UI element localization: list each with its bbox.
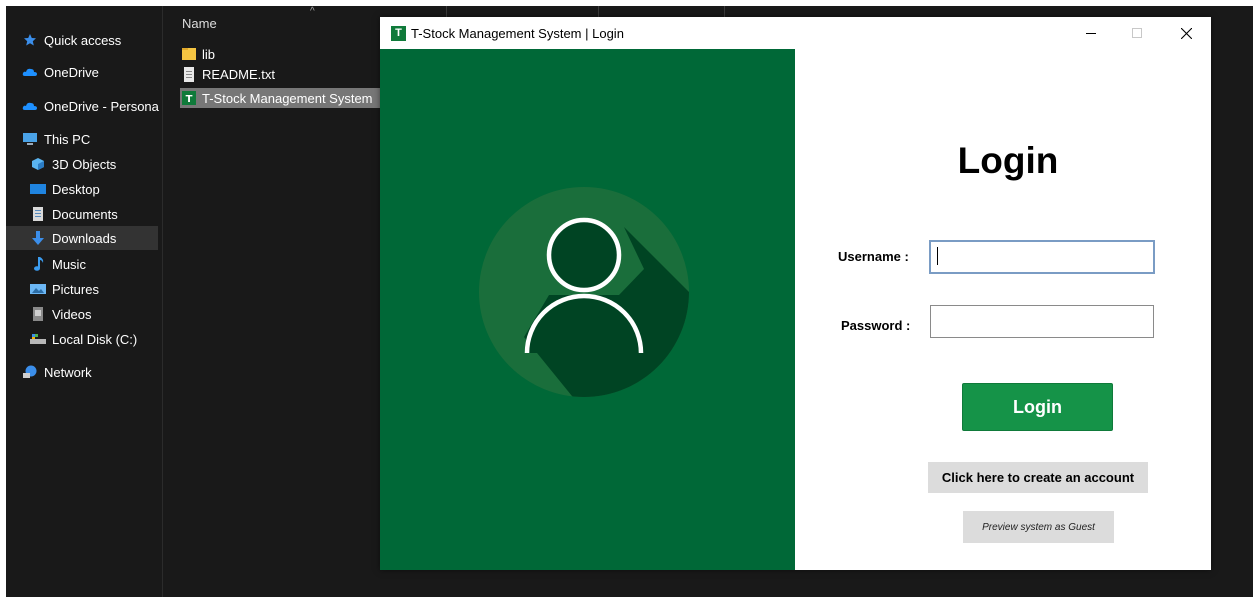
nav-item-label: Local Disk (C:) (52, 331, 138, 347)
nav-item-label: This PC (44, 131, 91, 147)
column-header-name[interactable]: Name (182, 16, 217, 31)
create-account-button[interactable]: Click here to create an account (928, 462, 1148, 493)
nav-item-local-disk[interactable]: Local Disk (C:) (30, 327, 182, 351)
nav-item-3d-objects[interactable]: 3D Objects (30, 152, 182, 176)
document-icon (30, 207, 46, 221)
login-button[interactable]: Login (962, 383, 1113, 431)
nav-item-label: Videos (52, 306, 92, 322)
picture-icon (30, 282, 46, 296)
nav-item-documents[interactable]: Documents (30, 202, 182, 226)
svg-text:T: T (186, 94, 193, 105)
nav-item-pictures[interactable]: Pictures (30, 277, 182, 301)
video-icon (30, 307, 46, 321)
minimize-icon (1086, 33, 1096, 34)
nav-item-label: Network (44, 364, 92, 380)
music-note-icon (30, 257, 46, 271)
nav-item-label: Quick access (44, 32, 122, 48)
window-title: T-Stock Management System | Login (411, 26, 624, 41)
text-file-icon (182, 66, 196, 82)
title-bar[interactable]: T T-Stock Management System | Login (380, 17, 1211, 49)
minimize-button[interactable] (1068, 17, 1114, 49)
file-row-lib[interactable]: lib (180, 44, 380, 64)
app-icon: T (182, 90, 196, 106)
username-label: Username : (838, 249, 909, 264)
network-icon (22, 365, 38, 379)
nav-item-label: Desktop (52, 181, 100, 197)
drive-icon (30, 332, 46, 346)
maximize-button[interactable] (1114, 17, 1160, 49)
cloud-icon (22, 99, 38, 113)
folder-icon (182, 46, 196, 62)
nav-item-label: OneDrive (44, 64, 99, 80)
close-icon (1180, 27, 1192, 39)
password-label: Password : (841, 318, 911, 333)
nav-item-this-pc[interactable]: This PC (22, 127, 174, 151)
download-arrow-icon (30, 231, 46, 245)
file-name: README.txt (202, 66, 275, 82)
password-input[interactable] (930, 305, 1154, 338)
file-name: T-Stock Management System (202, 90, 373, 106)
nav-item-downloads[interactable]: Downloads (6, 226, 158, 250)
login-heading: Login (957, 140, 1059, 181)
cloud-icon (22, 65, 38, 79)
nav-item-label: 3D Objects (52, 156, 117, 172)
nav-item-quick-access[interactable]: Quick access (22, 28, 174, 52)
app-icon: T (391, 26, 406, 41)
nav-item-network[interactable]: Network (22, 360, 174, 384)
file-row-readme[interactable]: README.txt (180, 64, 380, 84)
navigation-pane: Quick access OneDrive OneDrive - Persona… (6, 6, 163, 597)
login-window: T T-Stock Management System | Login Logi… (380, 17, 1211, 570)
nav-item-onedrive[interactable]: OneDrive (22, 60, 174, 84)
star-icon (22, 33, 38, 47)
file-name: lib (202, 46, 216, 62)
computer-icon (22, 132, 38, 146)
nav-item-desktop[interactable]: Desktop (30, 177, 182, 201)
nav-item-videos[interactable]: Videos (30, 302, 182, 326)
nav-item-onedrive-personal[interactable]: OneDrive - Persona (22, 94, 174, 118)
desktop-icon (30, 182, 46, 196)
nav-item-label: Pictures (52, 281, 99, 297)
nav-item-music[interactable]: Music (30, 252, 182, 276)
maximize-icon (1132, 28, 1142, 38)
cube-icon (30, 157, 46, 171)
text-caret (937, 247, 938, 265)
user-avatar-icon (479, 187, 689, 397)
login-form-panel: Login Username : Password : Login Click … (795, 49, 1211, 570)
nav-item-label: Music (52, 256, 86, 272)
guest-preview-button[interactable]: Preview system as Guest (963, 511, 1114, 543)
brand-panel (380, 49, 795, 570)
nav-item-label: OneDrive - Persona (44, 98, 159, 114)
file-row-t-stock[interactable]: T T-Stock Management System (180, 88, 385, 108)
nav-item-label: Downloads (52, 230, 117, 246)
username-input[interactable] (929, 240, 1155, 274)
sort-up-icon: ^ (310, 6, 315, 17)
close-button[interactable] (1163, 17, 1209, 49)
nav-item-label: Documents (52, 206, 118, 222)
